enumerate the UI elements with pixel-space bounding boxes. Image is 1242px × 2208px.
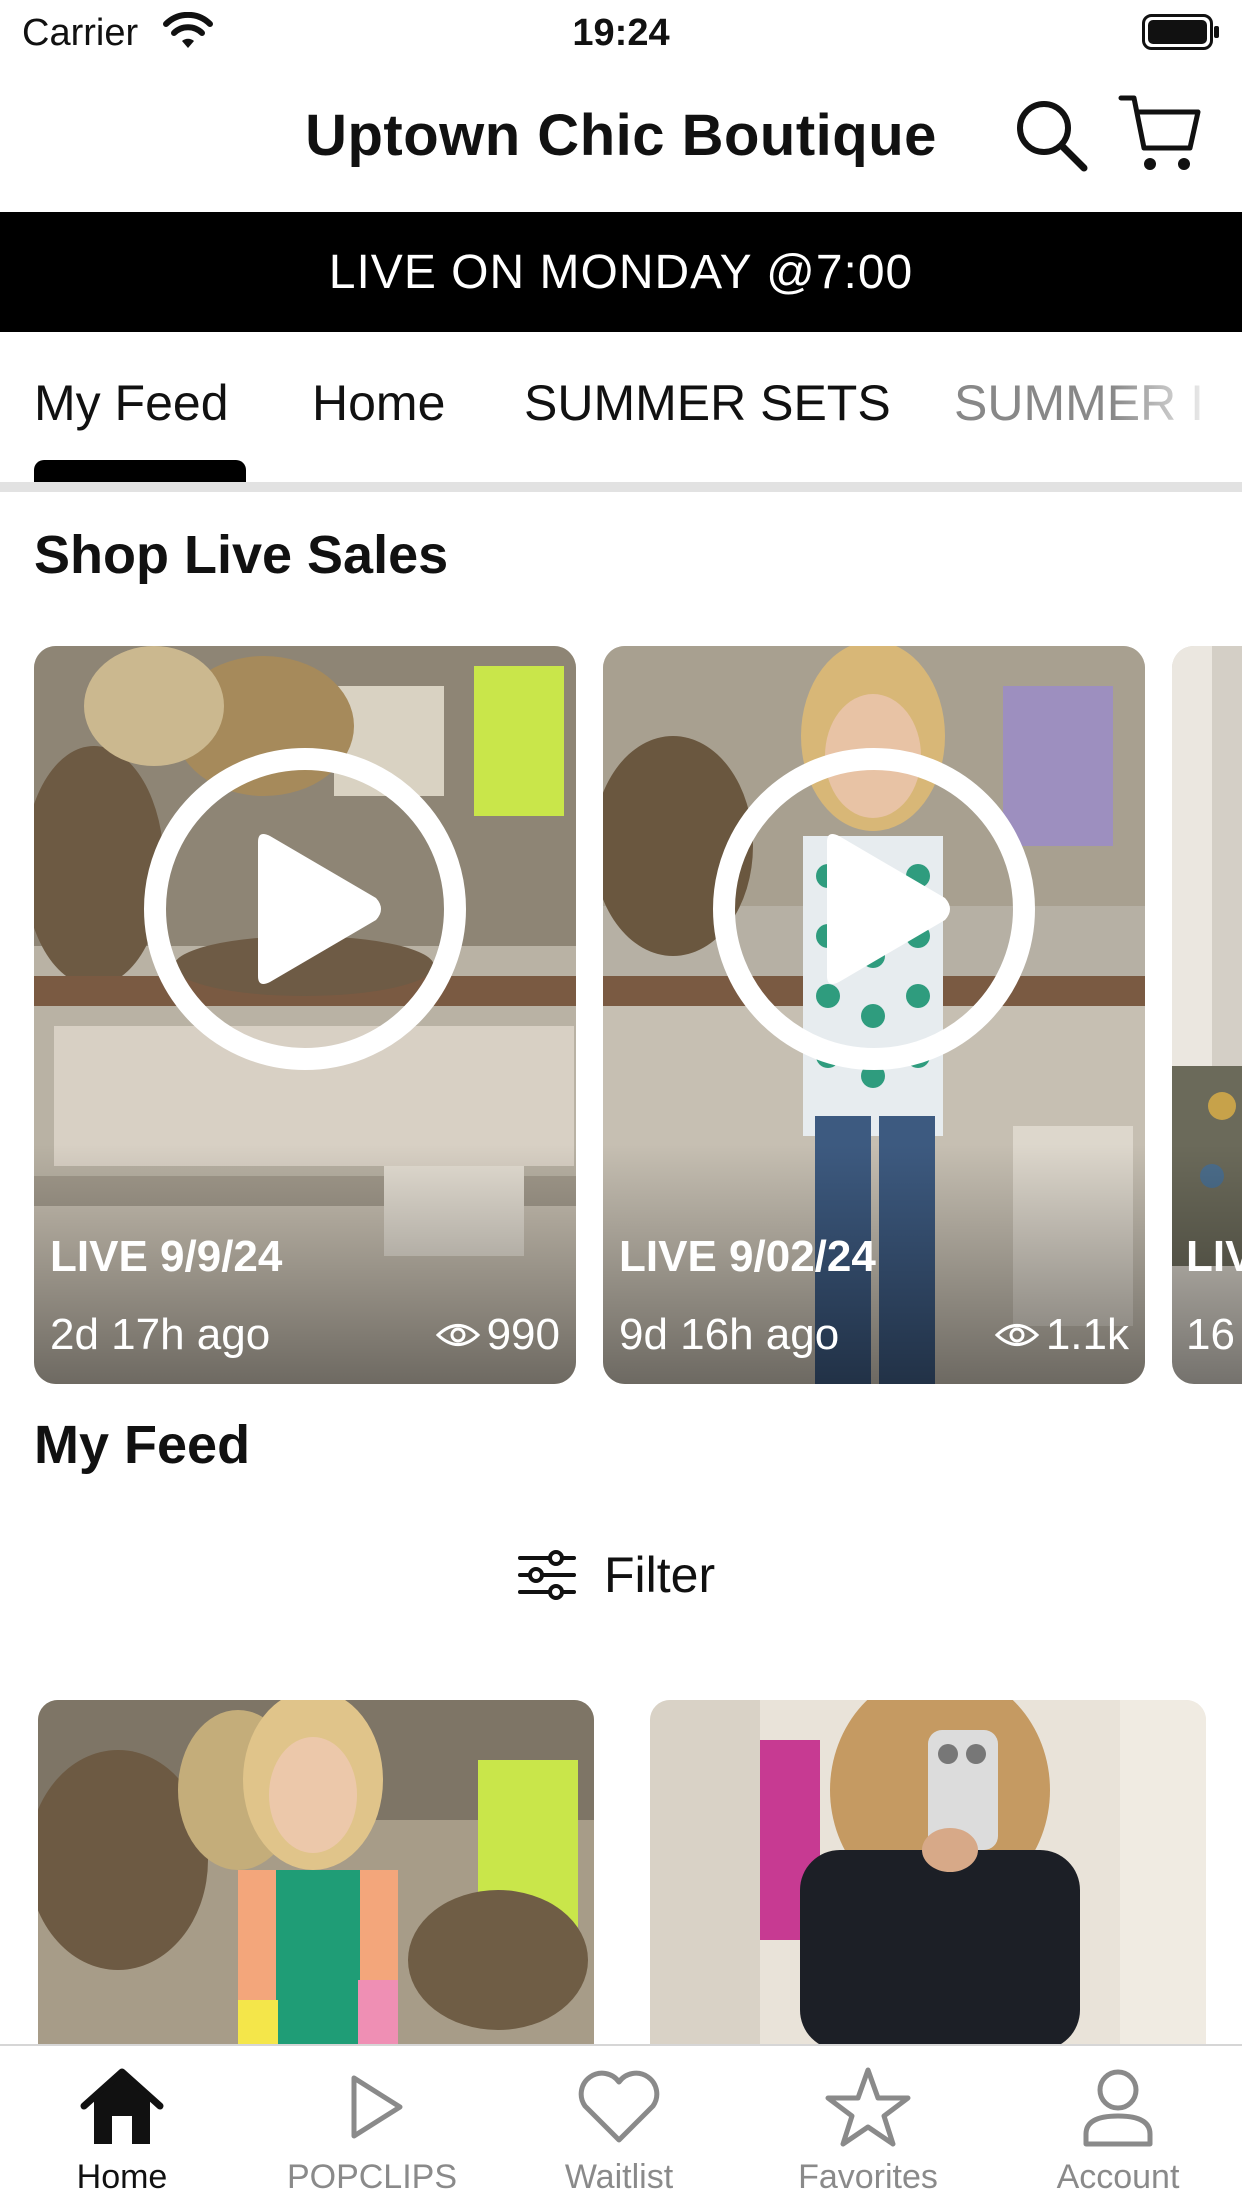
announcement-banner[interactable]: LIVE ON MONDAY @7:00 [0,212,1242,332]
active-tab-indicator [34,460,246,482]
nav-waitlist[interactable]: Waitlist [499,2064,739,2208]
feed-post-card[interactable] [650,1700,1206,2050]
tab-my-feed[interactable]: My Feed [34,374,229,432]
live-time-ago: 16 [1186,1310,1235,1359]
filter-sliders-icon [518,1550,576,1600]
view-count-value: 1.1k [1045,1310,1129,1359]
tab-summer-partial[interactable]: SUMMER I [954,374,1204,432]
play-icon [144,748,466,1070]
nav-popclips[interactable]: POPCLIPS [252,2064,492,2208]
category-tabs[interactable]: My Feed Home SUMMER SETS SUMMER I [0,332,1242,492]
feed-post-image [38,1700,594,2050]
live-sale-card-partial[interactable]: LIV 16 [1172,646,1242,1384]
battery-icon [1142,14,1219,50]
status-bar: Carrier 19:24 [0,0,1242,68]
live-sale-card[interactable]: LIVE 9/02/24 9d 16h ago 1.1k [603,646,1145,1384]
search-button[interactable] [1012,96,1090,174]
live-time-ago: 2d 17h ago [50,1310,271,1359]
search-icon [1017,101,1088,172]
live-date-label: LIV [1186,1232,1242,1281]
nav-home[interactable]: Home [2,2064,242,2208]
live-time-ago: 9d 16h ago [619,1310,840,1359]
nav-favorites-label: Favorites [798,2158,938,2196]
home-icon [80,2068,164,2144]
nav-home-label: Home [76,2158,168,2196]
nav-waitlist-label: Waitlist [564,2158,674,2196]
nav-account[interactable]: Account [998,2064,1238,2208]
person-icon [1083,2069,1153,2147]
view-count: 990 [435,1310,560,1360]
play-icon [713,748,1035,1070]
app-header: Uptown Chic Boutique [0,68,1242,212]
cart-icon [1118,95,1201,170]
filter-label: Filter [604,1547,716,1603]
feed-post-card[interactable] [38,1700,594,2050]
eye-icon [435,1324,480,1346]
star-icon [825,2067,911,2147]
tab-summer-sets[interactable]: SUMMER SETS [524,374,891,432]
live-date-label: LIVE 9/9/24 [50,1232,283,1281]
bottom-tab-bar: Home POPCLIPS Waitlist Favorites Account [0,2044,1242,2208]
heart-icon [578,2070,660,2143]
tab-home[interactable]: Home [312,374,445,432]
view-count-value: 990 [486,1310,560,1359]
banner-text: LIVE ON MONDAY @7:00 [328,245,914,299]
nav-favorites[interactable]: Favorites [748,2064,988,2208]
live-date-label: LIVE 9/02/24 [619,1232,876,1281]
cart-button[interactable] [1118,92,1202,174]
nav-popclips-label: POPCLIPS [286,2158,458,2196]
section-title-live: Shop Live Sales [34,525,449,585]
clock: 19:24 [572,12,670,54]
eye-icon [994,1324,1040,1346]
section-title-feed: My Feed [34,1415,251,1475]
nav-account-label: Account [1056,2158,1180,2196]
view-count: 1.1k [994,1310,1129,1360]
live-sale-card[interactable]: LIVE 9/9/24 2d 17h ago 990 [34,646,576,1384]
feed-post-image [650,1700,1206,2050]
play-icon [351,2075,403,2139]
filter-button[interactable]: Filter [516,1540,715,1610]
